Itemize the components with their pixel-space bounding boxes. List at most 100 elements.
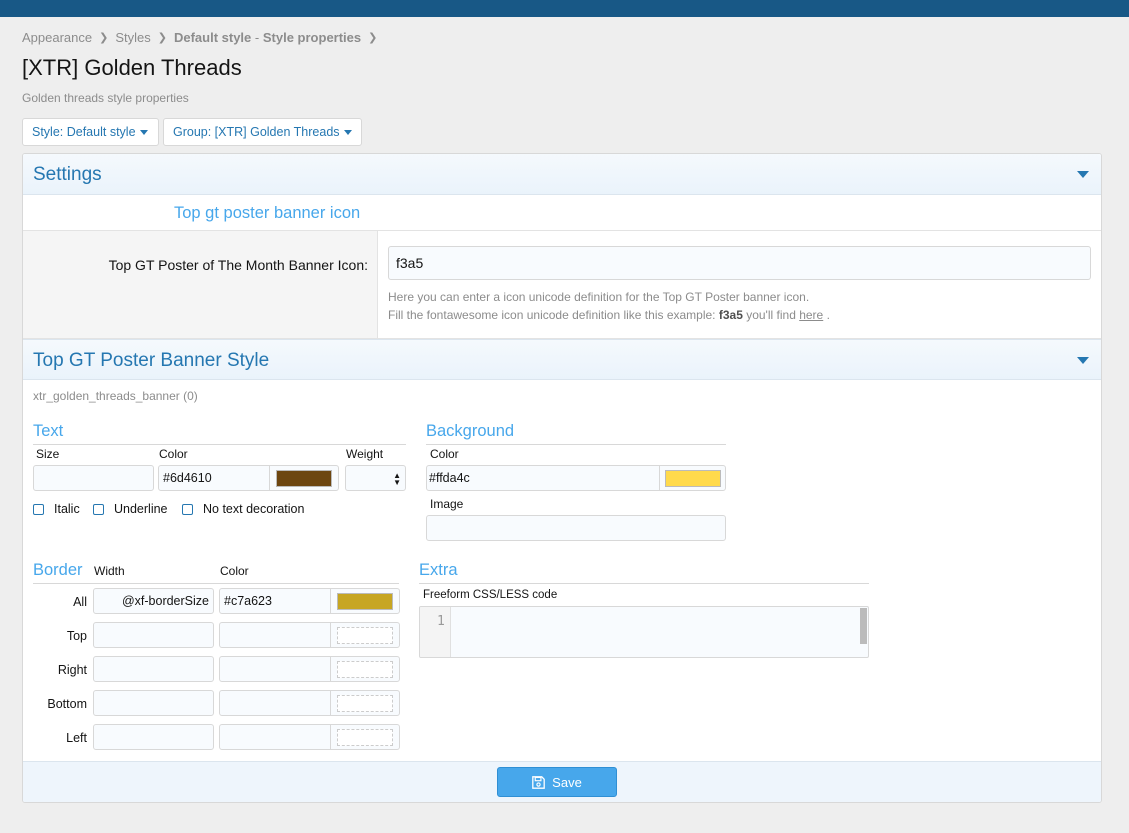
- hint-text: .: [823, 308, 830, 322]
- select-arrows-icon: ▲ ▼: [393, 471, 401, 487]
- border-all-width-input[interactable]: @xf-borderSize: [93, 588, 214, 614]
- text-size-label: Size: [36, 447, 60, 461]
- italic-checkbox[interactable]: Italic: [33, 502, 80, 516]
- hint-here-link[interactable]: here: [799, 308, 823, 322]
- background-color-input[interactable]: #ffda4c: [426, 465, 726, 491]
- extra-section-title: Extra: [419, 561, 458, 579]
- chevron-right-icon: ❯: [368, 32, 378, 44]
- top-nav-bar: [0, 0, 1129, 17]
- breadcrumb-appearance[interactable]: Appearance: [22, 30, 92, 45]
- line-number-gutter: [420, 607, 451, 657]
- checkbox-box[interactable]: [33, 503, 44, 515]
- border-right-width-input[interactable]: [93, 656, 214, 682]
- no-text-decoration-label: No text decoration: [203, 502, 305, 516]
- freeform-css-label: Freeform CSS/LESS code: [423, 589, 558, 601]
- chevron-right-icon: ❯: [157, 32, 167, 44]
- underline-label: Underline: [114, 502, 168, 516]
- extra-section-divider: [419, 583, 869, 584]
- banner-style-title: Top GT Poster Banner Style: [33, 350, 270, 371]
- background-image-label: Image: [430, 497, 464, 511]
- breadcrumb-dash: -: [254, 30, 260, 45]
- text-section-divider: [33, 444, 406, 445]
- text-color-input[interactable]: #6d4610: [158, 465, 339, 491]
- color-divider: [330, 657, 331, 681]
- border-left-color-swatch[interactable]: [337, 729, 393, 746]
- no-text-decoration-checkbox[interactable]: No text decoration: [182, 502, 304, 516]
- border-all-label: All: [73, 595, 87, 609]
- breadcrumb-default-style-label: Default style: [173, 30, 252, 45]
- border-top-label: Top: [66, 629, 87, 643]
- border-width-label: Width: [94, 564, 125, 578]
- background-image-input[interactable]: [426, 515, 726, 541]
- banner-icon-hint-line1: Here you can enter a icon unicode defini…: [388, 290, 810, 304]
- border-left-color-input[interactable]: [219, 724, 400, 750]
- text-weight-label: Weight: [346, 447, 384, 461]
- color-divider: [269, 466, 270, 490]
- border-all-color-swatch[interactable]: [337, 593, 393, 610]
- save-button[interactable]: Save: [497, 767, 617, 797]
- banner-icon-value-cell: f3a5 Here you can enter a icon unicode d…: [378, 231, 1101, 339]
- save-label: Save: [552, 774, 582, 790]
- text-color-swatch[interactable]: [276, 470, 332, 487]
- breadcrumb-style-properties-label: Style properties: [262, 30, 362, 45]
- caret-down-icon: [343, 129, 352, 135]
- banner-icon-label: Top GT Poster of The Month Banner Icon:: [108, 257, 368, 273]
- group-menu-label: Group: [XTR] Golden Threads: [173, 125, 340, 139]
- checkbox-box[interactable]: [93, 503, 104, 515]
- background-color-swatch[interactable]: [665, 470, 721, 487]
- property-name: xtr_golden_threads_banner (0): [33, 389, 198, 403]
- breadcrumb-default-style[interactable]: Default style - Style properties: [174, 30, 361, 45]
- border-bottom-color-swatch[interactable]: [337, 695, 393, 712]
- text-size-input[interactable]: [33, 465, 154, 491]
- form-footer: Save: [23, 761, 1101, 802]
- border-all-color-input[interactable]: #c7a623: [219, 588, 400, 614]
- italic-label: Italic: [54, 502, 80, 516]
- text-weight-select[interactable]: ▲ ▼: [345, 465, 406, 491]
- collapse-triangle-icon[interactable]: [1077, 171, 1089, 178]
- settings-subheader: Top gt poster banner icon: [23, 195, 1101, 231]
- style-menu-button[interactable]: Style: Default style: [22, 118, 159, 146]
- editor-scrollbar[interactable]: [860, 608, 867, 644]
- text-color-label: Color: [159, 447, 188, 461]
- save-icon: [532, 775, 546, 789]
- banner-icon-label-cell: Top GT Poster of The Month Banner Icon:: [23, 231, 378, 339]
- hint-text: Fill the fontawesome icon unicode defini…: [388, 308, 719, 322]
- group-menu-button[interactable]: Group: [XTR] Golden Threads: [163, 118, 362, 146]
- hint-example-code: f3a5: [718, 308, 743, 322]
- border-right-color-input[interactable]: [219, 656, 400, 682]
- border-all-color-value: #c7a623: [224, 594, 272, 608]
- text-section-title: Text: [33, 422, 64, 440]
- banner-icon-input[interactable]: f3a5: [388, 246, 1091, 280]
- color-divider: [330, 725, 331, 749]
- settings-title: Settings: [33, 164, 102, 185]
- background-color-value: #ffda4c: [429, 471, 470, 485]
- properties-block: Settings Top gt poster banner icon Top G…: [22, 153, 1102, 803]
- border-section-divider: [33, 583, 399, 584]
- border-bottom-color-input[interactable]: [219, 690, 400, 716]
- breadcrumb-styles[interactable]: Styles: [115, 30, 150, 45]
- border-top-width-input[interactable]: [93, 622, 214, 648]
- border-left-width-input[interactable]: [93, 724, 214, 750]
- border-right-color-swatch[interactable]: [337, 661, 393, 678]
- settings-header[interactable]: Settings: [23, 154, 1101, 195]
- line-number: 1: [437, 614, 445, 629]
- style-menu-label: Style: Default style: [32, 125, 136, 139]
- border-top-color-input[interactable]: [219, 622, 400, 648]
- chevron-right-icon: ❯: [99, 32, 109, 44]
- background-section-title: Background: [426, 422, 515, 440]
- settings-subheader-text: Top gt poster banner icon: [174, 204, 361, 222]
- banner-style-header[interactable]: Top GT Poster Banner Style: [23, 339, 1101, 380]
- collapse-triangle-icon[interactable]: [1077, 357, 1089, 364]
- checkbox-box[interactable]: [182, 503, 193, 515]
- banner-icon-hint-line2: Fill the fontawesome icon unicode defini…: [388, 308, 830, 322]
- breadcrumb: Appearance ❯ Styles ❯ Default style - St…: [22, 30, 384, 45]
- border-bottom-width-input[interactable]: [93, 690, 214, 716]
- freeform-css-editor[interactable]: 1: [419, 606, 869, 658]
- background-section-divider: [426, 444, 726, 445]
- border-right-label: Right: [57, 663, 87, 677]
- border-top-color-swatch[interactable]: [337, 627, 393, 644]
- text-color-value: #6d4610: [163, 471, 212, 485]
- color-divider: [330, 589, 331, 613]
- underline-checkbox[interactable]: Underline: [93, 502, 168, 516]
- page-description: Golden threads style properties: [22, 91, 189, 105]
